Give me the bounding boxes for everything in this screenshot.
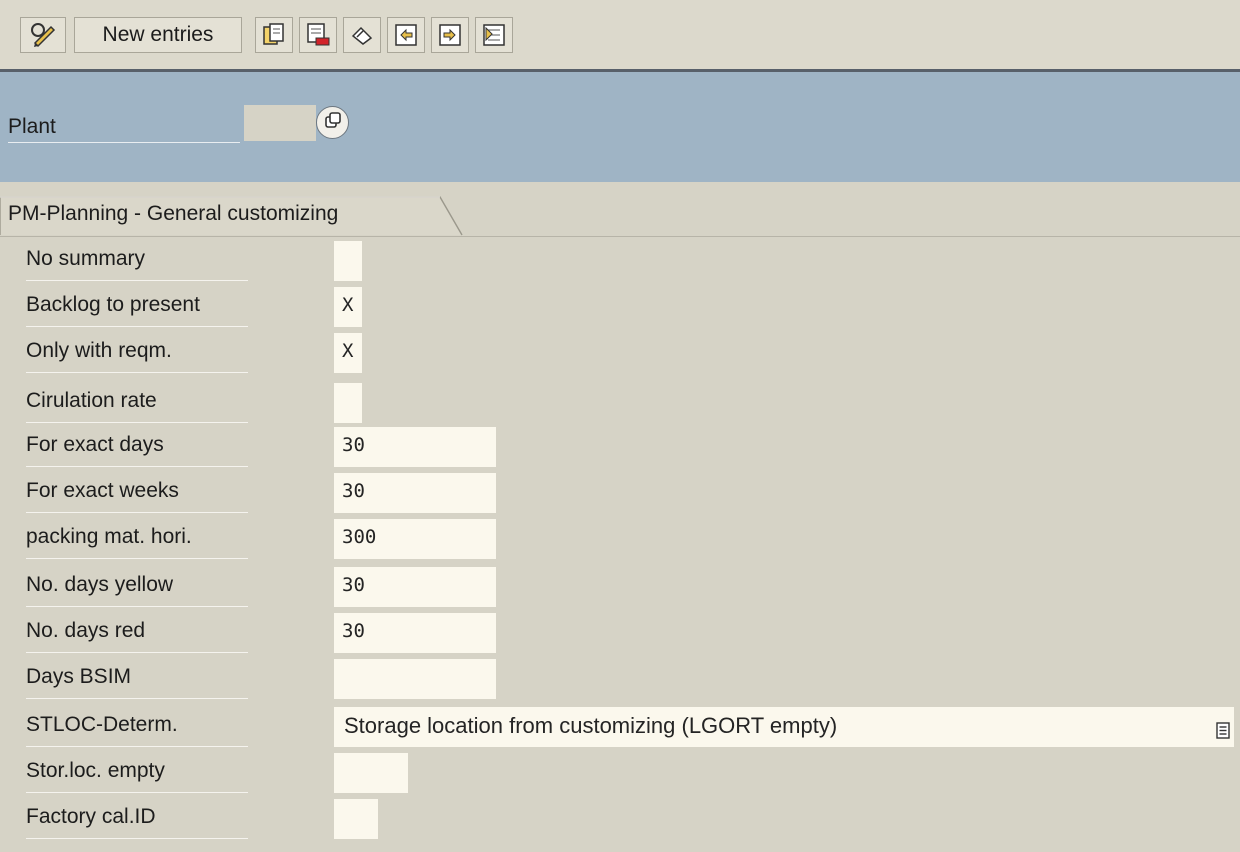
form-row-only-with-reqm: Only with reqm. X <box>0 330 1240 376</box>
exact-weeks-label: For exact weeks <box>26 479 179 502</box>
label-underline <box>26 512 248 513</box>
plant-label-underline <box>8 142 240 143</box>
label-underline <box>26 372 248 373</box>
tab-divider <box>0 236 1240 237</box>
dropdown-list-icon[interactable] <box>1216 719 1230 739</box>
form-row-no-summary: No summary <box>0 238 1240 284</box>
label-underline <box>26 326 248 327</box>
deselect-all-icon <box>481 22 507 48</box>
select-all-button[interactable] <box>387 17 425 53</box>
exact-weeks-field[interactable]: 30 <box>334 473 496 513</box>
stloc-determ-value: Storage location from customizing (LGORT… <box>344 713 838 738</box>
form-row-days-yellow: No. days yellow 30 <box>0 564 1240 610</box>
stloc-determ-label: STLOC-Determ. <box>26 713 178 736</box>
backlog-label: Backlog to present <box>26 293 200 316</box>
label-underline <box>26 558 248 559</box>
days-yellow-field[interactable]: 30 <box>334 567 496 607</box>
factory-cal-field[interactable] <box>334 799 378 839</box>
select-block-icon <box>437 22 463 48</box>
only-with-reqm-field[interactable]: X <box>334 333 362 373</box>
circulation-rate-label: Cirulation rate <box>26 389 157 412</box>
tab-label: PM-Planning - General customizing <box>8 202 339 225</box>
header-block: Plant <box>0 72 1240 182</box>
form-row-circulation-rate: Cirulation rate <box>0 380 1240 426</box>
label-underline <box>26 422 248 423</box>
stloc-determ-dropdown[interactable]: Storage location from customizing (LGORT… <box>334 707 1234 747</box>
days-red-field[interactable]: 30 <box>334 613 496 653</box>
plant-label: Plant <box>8 115 56 138</box>
deselect-all-button[interactable] <box>475 17 513 53</box>
form-row-stor-loc-empty: Stor.loc. empty <box>0 750 1240 796</box>
search-help-icon <box>324 111 342 134</box>
packing-mat-label: packing mat. hori. <box>26 525 192 548</box>
form-row-backlog: Backlog to present X <box>0 284 1240 330</box>
plant-input[interactable] <box>244 105 316 141</box>
form-row-days-bsim: Days BSIM <box>0 656 1240 702</box>
label-underline <box>26 652 248 653</box>
stor-loc-empty-label: Stor.loc. empty <box>26 759 165 782</box>
exact-days-field[interactable]: 30 <box>334 427 496 467</box>
no-summary-label: No summary <box>26 247 146 270</box>
display-change-button[interactable] <box>20 17 66 53</box>
form-row-exact-weeks: For exact weeks 30 <box>0 470 1240 516</box>
label-underline <box>26 698 248 699</box>
days-bsim-label: Days BSIM <box>26 665 132 688</box>
plant-search-help-button[interactable] <box>316 106 349 139</box>
no-summary-field[interactable] <box>334 241 362 281</box>
form-row-days-red: No. days red 30 <box>0 610 1240 656</box>
backlog-field[interactable]: X <box>334 287 362 327</box>
form-row-stloc-determ: STLOC-Determ. Storage location from cust… <box>0 704 1240 750</box>
days-bsim-field[interactable] <box>334 659 496 699</box>
delete-icon <box>305 22 331 48</box>
exact-days-label: For exact days <box>26 433 164 456</box>
label-underline <box>26 280 248 281</box>
display-change-icon <box>29 21 57 49</box>
application-toolbar: New entries <box>0 0 1240 72</box>
undo-button[interactable] <box>343 17 381 53</box>
label-underline <box>26 466 248 467</box>
select-all-icon <box>393 22 419 48</box>
packing-mat-field[interactable]: 300 <box>334 519 496 559</box>
label-underline <box>26 838 248 839</box>
circulation-rate-field[interactable] <box>334 383 362 423</box>
factory-cal-label: Factory cal.ID <box>26 805 156 828</box>
stor-loc-empty-field[interactable] <box>334 753 408 793</box>
label-underline <box>26 746 248 747</box>
form-row-factory-cal: Factory cal.ID <box>0 796 1240 842</box>
only-with-reqm-label: Only with reqm. <box>26 339 172 362</box>
select-block-button[interactable] <box>431 17 469 53</box>
label-underline <box>26 606 248 607</box>
delete-button[interactable] <box>299 17 337 53</box>
new-entries-button[interactable]: New entries <box>74 17 242 53</box>
undo-icon <box>349 22 375 48</box>
days-yellow-label: No. days yellow <box>26 573 174 596</box>
form-row-exact-days: For exact days 30 <box>0 424 1240 470</box>
copy-icon <box>261 22 287 48</box>
days-red-label: No. days red <box>26 619 146 642</box>
label-underline <box>26 792 248 793</box>
form-row-packing-mat: packing mat. hori. 300 <box>0 516 1240 562</box>
copy-button[interactable] <box>255 17 293 53</box>
